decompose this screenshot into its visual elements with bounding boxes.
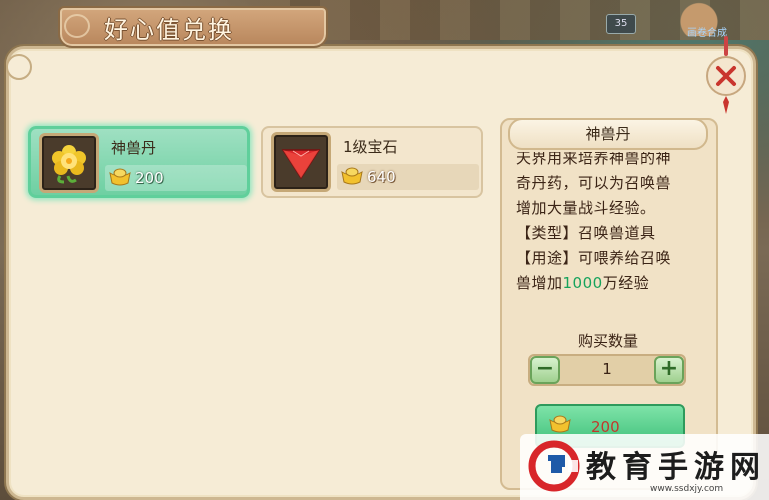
close-button[interactable] xyxy=(706,56,746,96)
description-line: 增加大量战斗经验。 xyxy=(516,199,656,217)
item-card-shenshoudan[interactable]: 神兽丹 200 xyxy=(28,126,250,198)
site-logo-icon xyxy=(528,440,580,492)
increase-button[interactable]: + xyxy=(654,356,684,384)
item-name: 神兽丹 xyxy=(111,139,157,157)
tassel-icon xyxy=(723,96,729,114)
item-price-row: 640 xyxy=(337,164,479,190)
item-price: 200 xyxy=(135,169,164,187)
description-suffix: 万经验 xyxy=(602,274,650,292)
description-line: 【用途】可喂养给召唤 xyxy=(516,249,672,267)
swirl-ornament-icon xyxy=(64,14,90,38)
description-prefix: 兽增加 xyxy=(516,274,563,292)
item-price-row: 200 xyxy=(105,165,247,191)
haoxin-coin-icon xyxy=(341,167,363,185)
red-gem-icon xyxy=(281,149,321,180)
item-icon-frame xyxy=(39,133,99,193)
corner-ornament xyxy=(6,54,32,80)
quantity-value[interactable]: 1 xyxy=(564,360,650,378)
item-card-gem[interactable]: 1级宝石 640 xyxy=(261,126,483,198)
detail-title: 神兽丹 xyxy=(585,125,631,143)
description-text: 天界用来培养神兽的神 奇丹药，可以为召唤兽 增加大量战斗经验。 【类型】召唤兽道… xyxy=(516,152,671,296)
item-price: 640 xyxy=(367,168,396,186)
golden-flower-icon xyxy=(52,145,86,184)
watermark-text: 教育手游网 xyxy=(586,450,766,485)
description-scroll[interactable]: 天界用来培养神兽的神 奇丹药，可以为召唤兽 增加大量战斗经验。 【类型】召唤兽道… xyxy=(512,152,712,300)
quantity-stepper: − 1 + xyxy=(528,354,686,386)
watermark-url: www.ssdxjy.com xyxy=(650,484,724,494)
detail-header: 神兽丹 xyxy=(508,118,708,150)
background-label: 画卷合成 xyxy=(687,28,727,39)
description-line: 天界用来培养神兽的神 xyxy=(516,152,672,167)
page-title: 好心值兑换 xyxy=(104,16,234,44)
buy-quantity-label: 购买数量 xyxy=(577,332,638,350)
close-hook xyxy=(724,36,728,56)
item-icon-frame xyxy=(271,132,331,192)
item-name: 1级宝石 xyxy=(343,138,398,156)
description-line-last: 兽增加1000万经验 xyxy=(516,271,671,296)
exp-amount: 1000 xyxy=(562,274,603,292)
description-line: 奇丹药，可以为召唤兽 xyxy=(516,174,672,192)
description-line: 【类型】召唤兽道具 xyxy=(516,224,656,242)
background-counter: 35 xyxy=(606,14,636,34)
haoxin-coin-icon xyxy=(109,168,131,186)
close-icon xyxy=(716,66,736,86)
decrease-button[interactable]: − xyxy=(530,356,560,384)
